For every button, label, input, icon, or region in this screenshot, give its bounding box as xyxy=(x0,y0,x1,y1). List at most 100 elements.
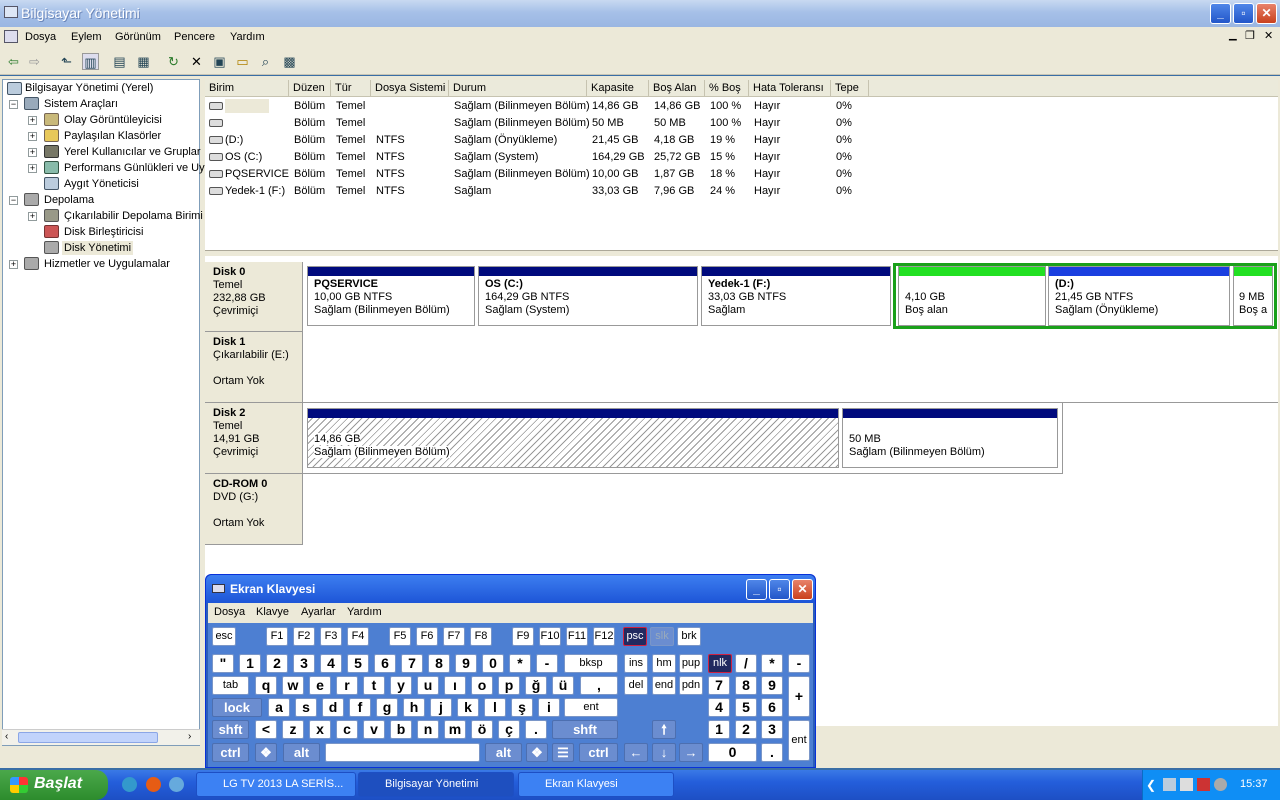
tree-item-device-manager[interactable]: Aygıt Yöneticisi xyxy=(64,177,139,191)
key-ö[interactable]: ö xyxy=(471,720,493,739)
cdrom-0-label[interactable]: CD-ROM 0 DVD (G:) Ortam Yok xyxy=(205,474,303,545)
collapse-icon[interactable]: − xyxy=(9,196,18,205)
partition-disk2-unknown-small[interactable]: 50 MB Sağlam (Bilinmeyen Bölüm) xyxy=(842,408,1058,468)
close-button[interactable]: ✕ xyxy=(1256,3,1277,24)
key-f11[interactable]: F11 xyxy=(566,627,588,646)
key-s[interactable]: s xyxy=(295,698,317,717)
osk-minimize-button[interactable]: _ xyxy=(746,579,767,600)
maximize-button[interactable]: ▫ xyxy=(1233,3,1254,24)
search-icon[interactable]: ⌕ xyxy=(257,53,274,70)
key-ç[interactable]: ç xyxy=(498,720,520,739)
tree-item-removable-storage[interactable]: Çıkarılabilir Depolama Birimi xyxy=(64,209,203,223)
show-tree-icon[interactable]: ▥ xyxy=(82,53,99,70)
key-f5[interactable]: F5 xyxy=(389,627,411,646)
chrome-icon[interactable] xyxy=(169,777,184,792)
key-ı[interactable]: ı xyxy=(444,676,466,695)
key-capslock[interactable]: lock xyxy=(212,698,262,717)
tree-item-performance-logs[interactable]: Performans Günlükleri ve Uy xyxy=(64,161,205,175)
column-header-birim[interactable]: Birim xyxy=(205,80,289,97)
key-right-arrow[interactable]: → xyxy=(679,743,703,762)
key-c[interactable]: c xyxy=(336,720,358,739)
scroll-thumb[interactable] xyxy=(18,732,158,743)
osk-maximize-button[interactable]: ▫ xyxy=(769,579,790,600)
key-f[interactable]: f xyxy=(349,698,371,717)
key-brk[interactable]: brk xyxy=(677,627,701,646)
key-num-multiply[interactable]: * xyxy=(761,654,783,673)
collapse-icon[interactable]: − xyxy=(9,100,18,109)
key-8[interactable]: 8 xyxy=(428,654,450,673)
osk-menu-klavye[interactable]: Klavye xyxy=(256,606,289,618)
key-1[interactable]: 1 xyxy=(239,654,261,673)
scroll-left-icon[interactable]: ‹ xyxy=(5,731,8,742)
key-ctrl-left[interactable]: ctrl xyxy=(212,743,249,762)
child-close-button[interactable]: ✕ xyxy=(1264,29,1273,42)
tree-item-disk-management[interactable]: Disk Yönetimi xyxy=(62,241,134,255)
expand-icon[interactable]: + xyxy=(28,148,37,157)
key-shift-right[interactable]: shft xyxy=(552,720,618,739)
minimize-button[interactable]: _ xyxy=(1210,3,1231,24)
key-delete[interactable]: del xyxy=(624,676,648,695)
key-x[interactable]: x xyxy=(309,720,331,739)
key-num-plus[interactable]: + xyxy=(788,676,810,717)
key-shift-left[interactable]: shft xyxy=(212,720,249,739)
expand-icon[interactable]: + xyxy=(9,260,18,269)
forward-icon[interactable]: ⇨ xyxy=(26,53,43,70)
tree-item-shared-folders[interactable]: Paylaşılan Klasörler xyxy=(64,129,161,143)
osk-menu-dosya[interactable]: Dosya xyxy=(214,606,245,618)
key-ş[interactable]: ş xyxy=(511,698,533,717)
key-k[interactable]: k xyxy=(457,698,479,717)
key-quote[interactable]: " xyxy=(212,654,234,673)
refresh-icon[interactable]: ↻ xyxy=(165,53,182,70)
ie-icon[interactable] xyxy=(122,777,137,792)
tree-item-services[interactable]: Hizmetler ve Uygulamalar xyxy=(44,257,170,271)
key-z[interactable]: z xyxy=(282,720,304,739)
export-list-icon[interactable]: ▦ xyxy=(135,53,152,70)
network-icon[interactable] xyxy=(1163,778,1176,791)
key-comma[interactable]: , xyxy=(580,676,618,695)
key-t[interactable]: t xyxy=(363,676,385,695)
tray-icon-2[interactable] xyxy=(1180,778,1193,791)
key-num-8[interactable]: 8 xyxy=(735,676,757,695)
tree-item-storage[interactable]: Depolama xyxy=(44,193,94,207)
osk-menu-yardim[interactable]: Yardım xyxy=(347,606,382,618)
expand-icon[interactable]: + xyxy=(28,132,37,141)
key-psc[interactable]: psc xyxy=(623,627,647,646)
key-f1[interactable]: F1 xyxy=(266,627,288,646)
key-f6[interactable]: F6 xyxy=(416,627,438,646)
firefox-icon[interactable] xyxy=(146,777,161,792)
column-header-bos-alan[interactable]: Boş Alan xyxy=(649,80,705,97)
clock[interactable]: 15:37 xyxy=(1240,778,1268,790)
column-header-tepe[interactable]: Tepe xyxy=(831,80,869,97)
key-num-4[interactable]: 4 xyxy=(708,698,730,717)
key-i[interactable]: i xyxy=(538,698,560,717)
key-p[interactable]: p xyxy=(498,676,520,695)
expand-icon[interactable]: + xyxy=(28,116,37,125)
column-header-duzen[interactable]: Düzen xyxy=(289,80,331,97)
column-header-tur[interactable]: Tür xyxy=(331,80,371,97)
partition-os-c[interactable]: OS (C:) 164,29 GB NTFS Sağlam (System) xyxy=(478,266,698,326)
key-a[interactable]: a xyxy=(268,698,290,717)
key-7[interactable]: 7 xyxy=(401,654,423,673)
tree-item-defragmenter[interactable]: Disk Birleştiricisi xyxy=(64,225,143,239)
tree-item-root[interactable]: Bilgisayar Yönetimi (Yerel) xyxy=(25,81,153,95)
column-header-durum[interactable]: Durum xyxy=(449,80,587,97)
menu-dosya[interactable]: Dosya xyxy=(25,31,56,43)
key-num-2[interactable]: 2 xyxy=(735,720,757,739)
key-d[interactable]: d xyxy=(322,698,344,717)
key-num-5[interactable]: 5 xyxy=(735,698,757,717)
up-folder-icon[interactable]: ⬑ xyxy=(58,53,75,70)
settings-icon[interactable]: ▩ xyxy=(281,53,298,70)
osk-menu-ayarlar[interactable]: Ayarlar xyxy=(301,606,336,618)
key-tab[interactable]: tab xyxy=(212,676,249,695)
key-num-1[interactable]: 1 xyxy=(708,720,730,739)
tree-item-system-tools[interactable]: Sistem Araçları xyxy=(44,97,118,111)
partition-yedek-f[interactable]: Yedek-1 (F:) 33,03 GB NTFS Sağlam xyxy=(701,266,891,326)
key-up-arrow[interactable]: 🠕 xyxy=(652,720,676,739)
app-menu-icon[interactable] xyxy=(4,30,18,43)
key-num-enter[interactable]: ent xyxy=(788,720,810,761)
key-r[interactable]: r xyxy=(336,676,358,695)
partition-pqservice[interactable]: PQSERVICE 10,00 GB NTFS Sağlam (Bilinmeyen… xyxy=(307,266,475,326)
key-down-arrow[interactable]: ↓ xyxy=(652,743,676,762)
key-num-6[interactable]: 6 xyxy=(761,698,783,717)
key-esc[interactable]: esc xyxy=(212,627,236,646)
